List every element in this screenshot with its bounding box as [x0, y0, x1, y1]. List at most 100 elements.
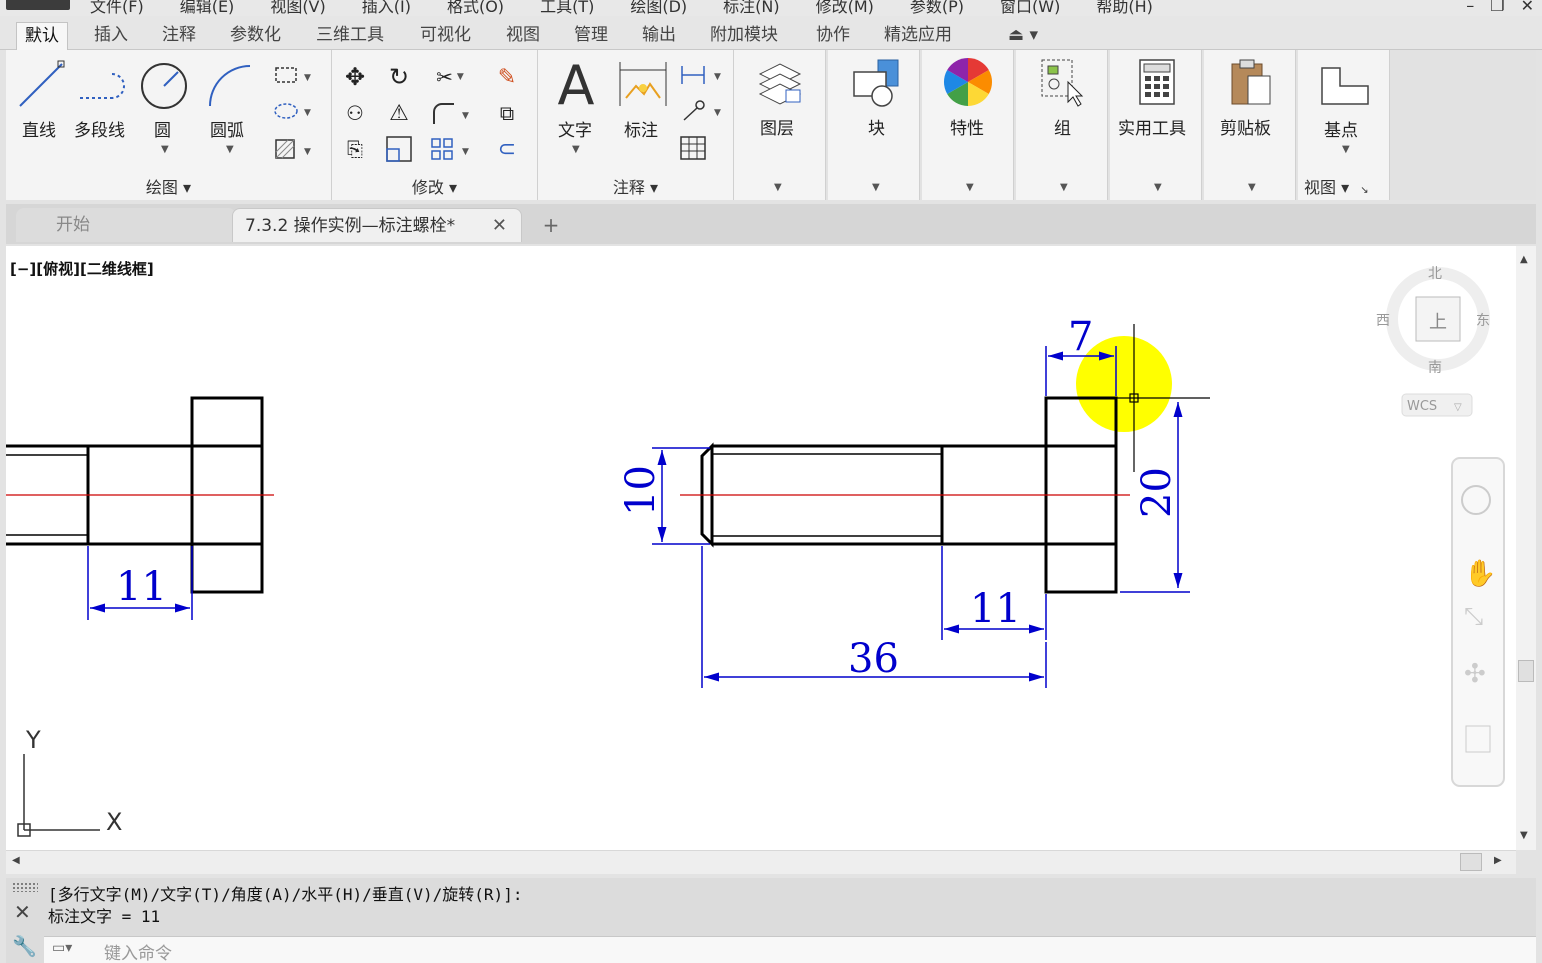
- panel-layers[interactable]: 图层 ▼: [734, 50, 826, 200]
- ribbon-tab[interactable]: 精选应用: [876, 22, 960, 50]
- panel-utilities[interactable]: 实用工具 ▼: [1110, 50, 1202, 200]
- dim-text-10[interactable]: 10: [618, 465, 664, 516]
- scroll-left-icon[interactable]: ◀: [12, 855, 20, 866]
- ribbon-tab[interactable]: 视图: [498, 22, 548, 50]
- text-label[interactable]: 文字: [558, 116, 592, 141]
- command-prompt-icon[interactable]: ▭▾: [52, 940, 72, 956]
- text-icon[interactable]: A: [550, 54, 602, 117]
- linear-dim-icon[interactable]: ▼: [678, 62, 724, 88]
- menu-item[interactable]: 帮助(H): [1096, 0, 1153, 16]
- ribbon-tab[interactable]: 可视化: [412, 22, 479, 50]
- line-label[interactable]: 直线: [22, 116, 56, 141]
- circle-icon[interactable]: [138, 60, 190, 112]
- ribbon-tab[interactable]: 插入: [86, 22, 136, 50]
- ribbon-tab[interactable]: 附加模块: [702, 22, 786, 50]
- close-window-icon[interactable]: ✕: [1521, 0, 1534, 15]
- ribbon-tab[interactable]: 协作: [808, 22, 858, 50]
- utilities-label[interactable]: 实用工具: [1118, 114, 1186, 139]
- calculator-icon[interactable]: [1132, 56, 1182, 108]
- dimension-label[interactable]: 标注: [624, 116, 658, 141]
- move-icon[interactable]: ✥: [340, 62, 370, 92]
- panel-block[interactable]: 块 ▼: [828, 50, 920, 200]
- viewcube-west[interactable]: 西: [1376, 313, 1390, 329]
- vertical-scrollbar[interactable]: ▲ ▼: [1516, 246, 1536, 850]
- trim-icon[interactable]: ✂ ▼: [428, 62, 472, 92]
- base-point-dropdown-icon[interactable]: ▼: [1342, 144, 1350, 155]
- block-icon[interactable]: [848, 56, 902, 108]
- horizontal-scrollbar[interactable]: ◀ ▶: [6, 850, 1516, 874]
- scroll-right-icon[interactable]: ▶: [1494, 855, 1502, 866]
- draw-panel-title[interactable]: 绘图 ▾: [6, 174, 331, 198]
- wcs-label[interactable]: WCS: [1407, 399, 1437, 414]
- leader-icon[interactable]: ▼: [678, 98, 724, 124]
- clipboard-icon[interactable]: [1224, 56, 1276, 108]
- panel-properties[interactable]: 特性 ▼: [922, 50, 1014, 200]
- view-panel-title[interactable]: 视图 ▾ ↘: [1298, 174, 1389, 198]
- ribbon-tab[interactable]: 输出: [634, 22, 684, 50]
- stretch-icon[interactable]: ⎘: [340, 134, 370, 164]
- command-close-icon[interactable]: ✕: [14, 900, 31, 924]
- command-grip-icon[interactable]: [12, 882, 38, 892]
- arc-label[interactable]: 圆弧: [210, 116, 244, 141]
- block-dropdown-icon[interactable]: ▼: [872, 182, 880, 193]
- drawing-canvas[interactable]: [−][俯视][二维线框] 11 10 20 7 11 36 Y X 上 北 南…: [6, 246, 1516, 850]
- color-wheel-icon[interactable]: [942, 56, 994, 108]
- viewcube-face[interactable]: 上: [1429, 312, 1447, 333]
- fillet-icon[interactable]: ▼: [428, 98, 472, 128]
- scale-icon[interactable]: [384, 134, 414, 164]
- clipboard-label[interactable]: 剪贴板: [1220, 114, 1271, 139]
- menu-item[interactable]: 标注(N): [723, 0, 779, 16]
- menu-item[interactable]: 编辑(E): [180, 0, 235, 16]
- ribbon-tab[interactable]: 三维工具: [308, 22, 392, 50]
- hatch-icon[interactable]: ▼: [272, 136, 312, 162]
- properties-dropdown-icon[interactable]: ▼: [966, 182, 974, 193]
- polyline-icon[interactable]: [76, 66, 132, 106]
- arc-dropdown-icon[interactable]: ▼: [226, 144, 234, 155]
- circle-dropdown-icon[interactable]: ▼: [161, 144, 169, 155]
- group-icon[interactable]: [1036, 56, 1088, 108]
- mirror-icon[interactable]: ⚠: [384, 98, 414, 128]
- offset-icon[interactable]: ⊂: [492, 134, 522, 164]
- rectangle-icon[interactable]: ▼: [272, 64, 312, 86]
- menu-item[interactable]: 格式(O): [447, 0, 504, 16]
- clipboard-dropdown-icon[interactable]: ▼: [1248, 182, 1256, 193]
- block-label[interactable]: 块: [868, 114, 885, 139]
- command-input-placeholder[interactable]: 键入命令: [104, 939, 172, 963]
- array-3d-icon[interactable]: ⧉: [492, 98, 522, 128]
- dim-text-left-11[interactable]: 11: [116, 564, 167, 610]
- wcs-dropdown-icon[interactable]: ▽: [1454, 402, 1462, 413]
- layers-label[interactable]: 图层: [760, 114, 794, 139]
- dim-text-36[interactable]: 36: [848, 636, 899, 682]
- app-menu-button[interactable]: [6, 0, 70, 10]
- utilities-dropdown-icon[interactable]: ▼: [1154, 182, 1162, 193]
- ribbon-tab[interactable]: 默认: [16, 22, 68, 50]
- modify-panel-title[interactable]: 修改 ▾: [332, 174, 537, 198]
- properties-label[interactable]: 特性: [950, 114, 984, 139]
- viewcube-south[interactable]: 南: [1428, 360, 1442, 376]
- scroll-down-icon[interactable]: ▼: [1520, 830, 1528, 841]
- base-point-icon[interactable]: [1318, 62, 1372, 108]
- ribbon-tab[interactable]: 注释: [154, 22, 204, 50]
- dim-text-20[interactable]: 20: [1134, 467, 1180, 518]
- menu-item[interactable]: 绘图(D): [630, 0, 687, 16]
- menu-item[interactable]: 文件(F): [90, 0, 144, 16]
- copy-icon[interactable]: ⚇: [340, 98, 370, 128]
- group-label[interactable]: 组: [1054, 114, 1071, 139]
- erase-icon[interactable]: ✎: [492, 62, 522, 92]
- tab-close-icon[interactable]: ✕: [492, 209, 507, 243]
- menu-item[interactable]: 视图(V): [270, 0, 325, 16]
- tab-drawing-file[interactable]: 7.3.2 操作实例—标注螺栓* ✕: [232, 208, 522, 242]
- restore-icon[interactable]: ❐: [1490, 0, 1504, 15]
- workspace-switch-icon[interactable]: ⏏ ▾: [1000, 22, 1046, 50]
- layers-icon[interactable]: [754, 56, 806, 108]
- ribbon-tab[interactable]: 管理: [566, 22, 616, 50]
- rotate-icon[interactable]: ↻: [384, 62, 414, 92]
- tab-start[interactable]: 开始: [16, 208, 236, 242]
- viewcube-east[interactable]: 东: [1476, 313, 1490, 329]
- dim-text-11[interactable]: 11: [970, 586, 1021, 632]
- ellipse-icon[interactable]: ▼: [272, 100, 312, 122]
- arc-icon[interactable]: [204, 60, 256, 112]
- dimension-icon[interactable]: [616, 58, 670, 110]
- menu-item[interactable]: 参数(P): [910, 0, 964, 16]
- annotation-panel-title[interactable]: 注释 ▾: [538, 174, 733, 198]
